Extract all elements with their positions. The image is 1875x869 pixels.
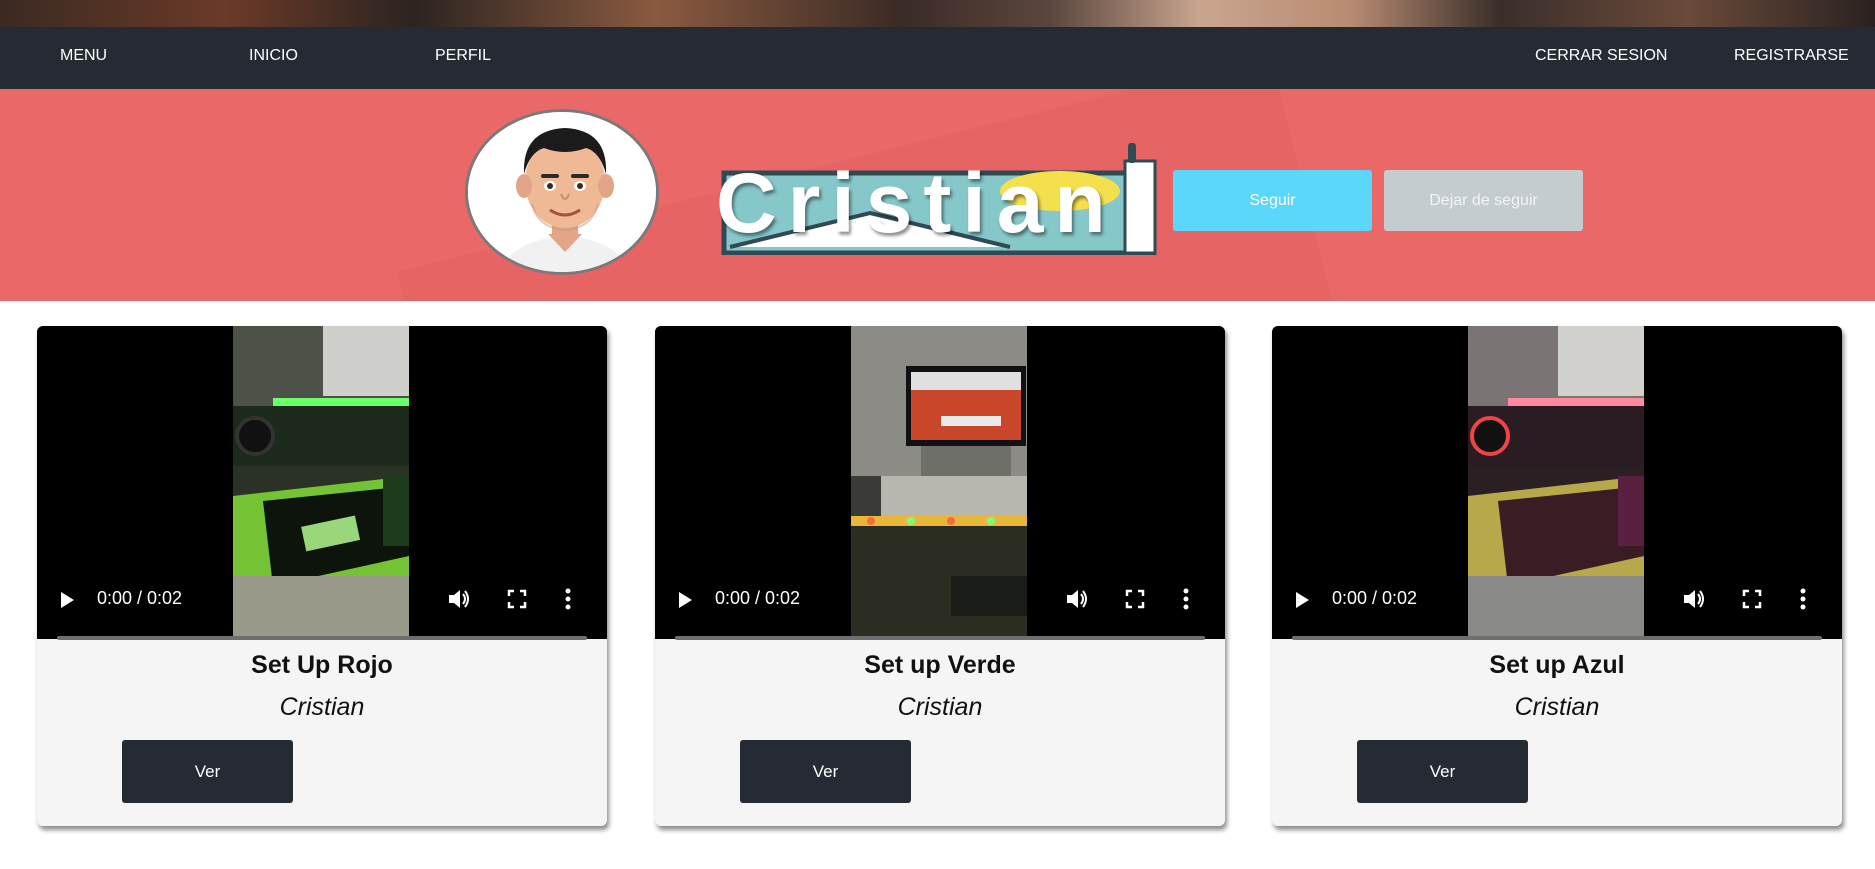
video-player[interactable]: 0:00 / 0:02 (1272, 326, 1842, 640)
navbar: MENU INICIO PERFIL CERRAR SESION REGISTR… (0, 27, 1875, 89)
video-player[interactable]: 0:00 / 0:02 (655, 326, 1225, 640)
video-controls: 0:00 / 0:02 (655, 566, 1225, 640)
nav-inicio[interactable]: INICIO (249, 27, 298, 89)
view-button[interactable]: Ver (122, 740, 293, 803)
video-time: 0:00 / 0:02 (715, 588, 801, 608)
more-options-icon[interactable] (1183, 588, 1189, 610)
video-title: Set up Verde (864, 651, 1016, 679)
video-time: 0:00 / 0:02 (97, 588, 183, 608)
video-author: Cristian (1514, 693, 1600, 721)
profile-banner: Cristian Seguir Dejar de seguir (0, 89, 1875, 301)
volume-icon[interactable] (1682, 588, 1706, 610)
fullscreen-icon[interactable] (1742, 589, 1762, 609)
video-player[interactable]: 0:00 / 0:02 (37, 326, 607, 640)
video-time: 0:00 / 0:02 (1332, 588, 1418, 608)
video-author: Cristian (279, 693, 365, 721)
play-icon[interactable] (1296, 592, 1309, 608)
video-progress-bar[interactable] (1292, 636, 1822, 640)
video-title: Set up Azul (1489, 651, 1625, 679)
video-card: 0:00 / 0:02 Set up Azul Cristian Ver (1272, 326, 1842, 826)
play-icon[interactable] (679, 592, 692, 608)
nav-registrarse[interactable]: REGISTRARSE (1734, 27, 1849, 89)
nav-cerrar-sesion[interactable]: CERRAR SESION (1535, 27, 1667, 89)
video-card: 0:00 / 0:02 Set up Verde Cristian Ver (655, 326, 1225, 826)
follow-button[interactable]: Seguir (1173, 170, 1372, 231)
video-controls: 0:00 / 0:02 (37, 566, 607, 640)
header-photo-strip (0, 0, 1875, 27)
video-controls: 0:00 / 0:02 (1272, 566, 1842, 640)
more-options-icon[interactable] (1800, 588, 1806, 610)
avatar-illustration (468, 112, 656, 272)
video-author: Cristian (897, 693, 983, 721)
video-card: 0:00 / 0:02 Set Up Rojo Cristian Ver (37, 326, 607, 826)
volume-icon[interactable] (447, 588, 471, 610)
video-progress-bar[interactable] (57, 636, 587, 640)
nav-menu[interactable]: MENU (60, 27, 107, 89)
view-button[interactable]: Ver (1357, 740, 1528, 803)
nav-perfil[interactable]: PERFIL (435, 27, 491, 89)
volume-icon[interactable] (1065, 588, 1089, 610)
more-options-icon[interactable] (565, 588, 571, 610)
profile-name: Cristian (716, 156, 1117, 250)
unfollow-button[interactable]: Dejar de seguir (1384, 170, 1583, 231)
view-button[interactable]: Ver (740, 740, 911, 803)
avatar (465, 109, 659, 275)
play-icon[interactable] (61, 592, 74, 608)
video-progress-bar[interactable] (675, 636, 1205, 640)
video-title: Set Up Rojo (251, 651, 393, 679)
fullscreen-icon[interactable] (1125, 589, 1145, 609)
fullscreen-icon[interactable] (507, 589, 527, 609)
